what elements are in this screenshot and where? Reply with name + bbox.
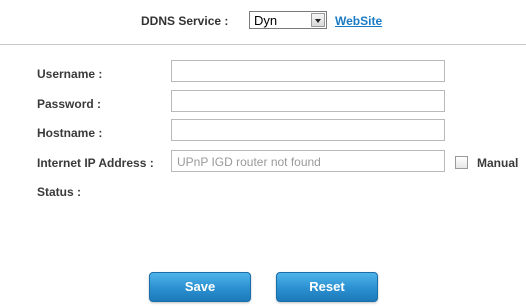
save-button[interactable]: Save <box>149 272 251 302</box>
reset-button[interactable]: Reset <box>276 272 378 302</box>
username-label: Username : <box>37 67 103 81</box>
password-input[interactable] <box>171 90 445 112</box>
ddns-service-value: Dyn <box>254 13 278 28</box>
hostname-input[interactable] <box>171 119 445 141</box>
internet-ip-value: UPnP IGD router not found <box>177 155 321 169</box>
hostname-label: Hostname : <box>37 126 103 140</box>
ddns-service-select[interactable]: Dyn <box>249 11 327 29</box>
username-input[interactable] <box>171 60 445 82</box>
manual-label: Manual <box>477 156 519 170</box>
ddns-service-row: DDNS Service : Dyn WebSite <box>0 9 526 31</box>
internet-ip-label: Internet IP Address : <box>37 156 154 170</box>
website-link[interactable]: WebSite <box>335 14 382 28</box>
ddns-service-label: DDNS Service : <box>141 14 229 28</box>
status-label: Status : <box>37 185 82 199</box>
password-label: Password : <box>37 97 102 111</box>
chevron-down-icon[interactable] <box>311 13 325 27</box>
internet-ip-input[interactable]: UPnP IGD router not found <box>171 150 445 172</box>
manual-checkbox[interactable] <box>455 156 468 169</box>
divider <box>0 44 526 45</box>
